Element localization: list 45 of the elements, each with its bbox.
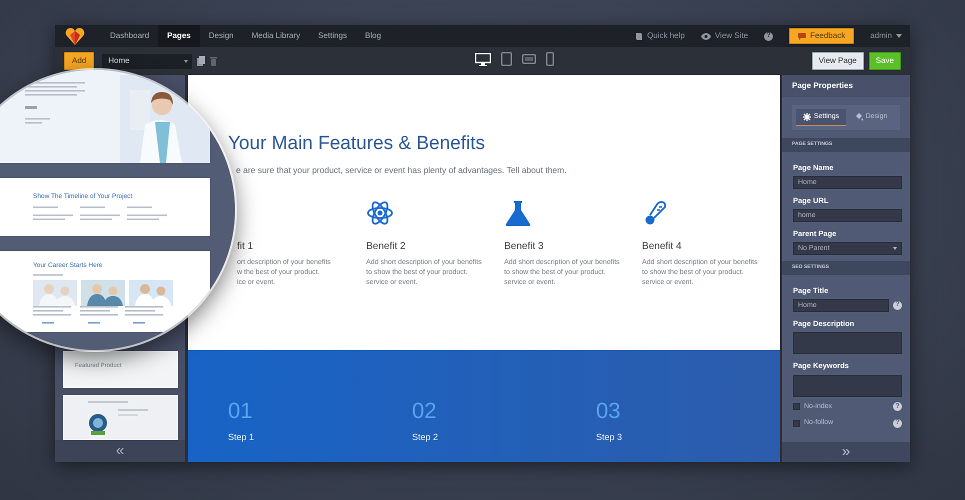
nav-tab[interactable]: Design — [200, 25, 243, 47]
view-site-link[interactable]: View Site — [700, 30, 748, 42]
quick-help-link[interactable]: Quick help — [635, 30, 685, 42]
step-number: 01 — [228, 400, 254, 422]
caret-icon — [184, 60, 188, 62]
section-heading: Your Main Features & Benefits — [228, 133, 486, 156]
desktop-icon — [474, 52, 491, 66]
step-label: Step 2 — [412, 431, 440, 444]
view-page-button[interactable]: View Page — [812, 52, 864, 70]
copy-icon[interactable] — [197, 56, 206, 66]
logo-icon — [65, 27, 85, 45]
step-label: Step 1 — [228, 431, 256, 444]
feedback-button[interactable]: Feedback — [789, 28, 854, 44]
caret-icon — [896, 34, 902, 38]
collapse-button[interactable]: « — [55, 440, 185, 462]
add-button[interactable]: Add — [64, 52, 94, 70]
expand-button[interactable]: » — [782, 442, 910, 462]
eye-icon — [700, 32, 711, 40]
benefit-title: Benefit 4 — [642, 240, 683, 253]
step-label: Step 3 — [596, 431, 624, 444]
gear-icon — [802, 112, 811, 121]
section-subtitle: e are sure that your product, service or event has plenty of advantages. Tell about them. — [236, 164, 568, 177]
phone-icon — [546, 52, 554, 66]
benefit-title: Benefit 3 — [504, 240, 545, 253]
landscape-icon — [522, 54, 536, 64]
paint-icon — [854, 112, 863, 121]
book-icon — [635, 32, 644, 40]
checkbox[interactable] — [793, 403, 800, 410]
chat-icon — [798, 32, 806, 40]
page-select[interactable]: Home — [102, 54, 192, 68]
nav-tab[interactable]: Pages — [158, 25, 200, 47]
nav-tab[interactable]: Settings — [309, 25, 356, 47]
nav-tab[interactable]: Blog — [356, 25, 390, 47]
flask-icon — [504, 198, 532, 229]
step-number: 03 — [596, 400, 622, 422]
panel-title: Page Properties — [782, 75, 910, 97]
benefit-title: fit 1 — [237, 240, 254, 253]
benefit-title: Benefit 2 — [366, 240, 407, 253]
nav-tab[interactable]: Media Library — [242, 25, 310, 47]
step-number: 02 — [412, 400, 438, 422]
nav-tab[interactable]: Dashboard — [101, 25, 158, 47]
checkbox[interactable] — [793, 420, 800, 427]
user-menu[interactable]: admin — [870, 30, 902, 42]
caret-icon — [893, 247, 897, 250]
tablet-icon — [500, 52, 512, 66]
